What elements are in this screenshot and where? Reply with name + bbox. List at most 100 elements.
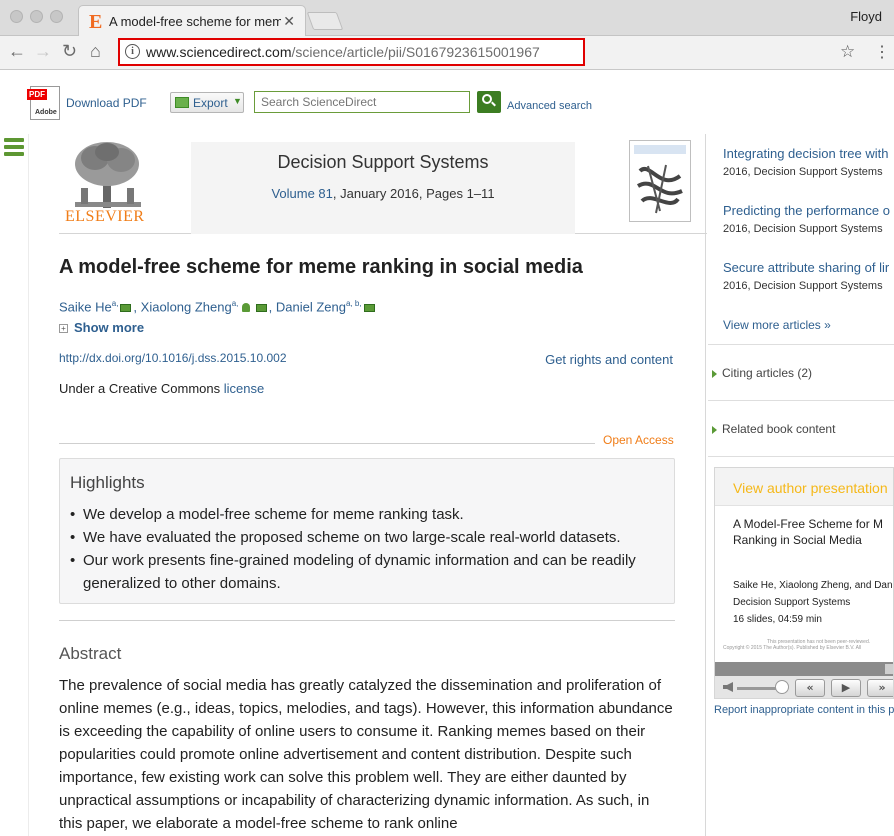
citing-articles-toggle[interactable]: Citing articles (2) — [712, 366, 812, 380]
slide-authors: Saike He, Xiaolong Zheng, and Dani — [733, 580, 894, 591]
rights-link[interactable]: Get rights and content — [545, 352, 673, 367]
export-icon — [175, 97, 189, 108]
home-icon[interactable]: ⌂ — [90, 41, 101, 62]
slide-title: A Model-Free Scheme for M Ranking in Soc… — [733, 517, 884, 547]
search-input[interactable] — [254, 91, 470, 113]
journal-title[interactable]: Decision Support Systems — [191, 152, 575, 173]
view-more-articles-link[interactable]: View more articles » — [723, 318, 831, 332]
journal-cover-art-icon — [634, 145, 686, 214]
presentation-controls: « ▶ » — [715, 676, 893, 698]
author-presentation-widget: View author presentation A Model-Free Sc… — [714, 467, 894, 699]
advanced-search-link[interactable]: Advanced search — [507, 100, 592, 112]
new-tab-button[interactable] — [306, 12, 344, 30]
slide-fine-print: This presentation has not been peer-revi… — [723, 639, 871, 651]
info-icon[interactable]: i — [125, 44, 140, 59]
article-main: ELSEVIER Decision Support Systems Volume… — [28, 134, 707, 836]
recommended-article-title[interactable]: Predicting the performance o — [723, 203, 894, 218]
window-close-button[interactable] — [10, 10, 23, 23]
window-zoom-button[interactable] — [50, 10, 63, 23]
divider — [708, 400, 894, 401]
author-affiliation[interactable]: a, b, — [346, 299, 362, 308]
recommended-article-meta: 2016, Decision Support Systemsm — [723, 280, 883, 292]
browser-tab[interactable]: E A model-free scheme for meme ranking i… — [78, 5, 306, 37]
email-icon[interactable] — [363, 303, 375, 312]
email-icon[interactable] — [255, 303, 267, 312]
recommended-article-title[interactable]: Integrating decision tree with — [723, 146, 894, 161]
pdf-icon-sublabel: Adobe — [35, 109, 57, 116]
author-link[interactable]: Saike He — [59, 299, 112, 314]
tab-close-icon[interactable]: ✕ — [283, 13, 295, 30]
address-bar[interactable]: i www.sciencedirect.com/science/article/… — [118, 38, 585, 66]
related-book-content-toggle[interactable]: Related book content — [712, 422, 835, 436]
browser-menu-icon[interactable]: ⋮ — [874, 42, 890, 62]
recommended-article[interactable]: Integrating decision tree with 2016, Dec… — [723, 146, 894, 178]
expand-arrow-icon — [712, 425, 717, 434]
right-sidebar: Integrating decision tree with 2016, Dec… — [708, 134, 894, 836]
browser-tab-bar: E A model-free scheme for meme ranking i… — [0, 0, 894, 37]
show-more-toggle[interactable]: + Show more — [59, 320, 144, 335]
play-button[interactable]: ▶ — [831, 679, 861, 697]
presentation-slide[interactable]: A Model-Free Scheme for M Ranking in Soc… — [715, 506, 893, 662]
email-icon[interactable] — [120, 303, 132, 312]
export-button[interactable]: Export ▼ — [170, 92, 244, 113]
recommended-article[interactable]: Predicting the performance o 2016, Decis… — [723, 203, 894, 235]
download-pdf-link[interactable]: Download PDF — [66, 96, 147, 110]
export-label: Export — [193, 96, 228, 110]
forward-icon[interactable]: → — [34, 41, 52, 62]
back-icon[interactable]: ← — [8, 41, 26, 62]
recommended-article-meta: 2016, Decision Support Systemsm — [723, 223, 883, 235]
abstract-heading: Abstract — [59, 644, 122, 663]
volume-slider-knob[interactable] — [775, 680, 789, 694]
author-affiliation[interactable]: a, — [232, 299, 239, 308]
author-affiliation[interactable]: a, — [112, 299, 119, 308]
abstract-text: The prevalence of social media has great… — [59, 677, 673, 832]
author-link[interactable]: Xiaolong Zheng — [141, 299, 232, 314]
elsevier-logo[interactable]: ELSEVIER — [65, 140, 149, 230]
journal-cover-image[interactable] — [629, 140, 691, 222]
show-more-label: Show more — [74, 320, 145, 335]
elsevier-wordmark: ELSEVIER — [65, 208, 145, 225]
bookmark-star-icon[interactable]: ☆ — [840, 42, 855, 62]
rewind-button[interactable]: « — [795, 679, 825, 697]
presentation-progress-bar[interactable] — [715, 662, 893, 676]
reload-icon[interactable]: ↻ — [62, 41, 77, 62]
citing-articles-label: Citing articles (2) — [722, 366, 813, 380]
author-link[interactable]: Daniel Zeng — [276, 299, 346, 314]
report-content-link[interactable]: Report inappropriate content in this p — [714, 704, 894, 716]
volume-link[interactable]: Volume 81 — [271, 186, 332, 201]
slide-journal: Decision Support Systems — [733, 597, 851, 608]
recommended-article[interactable]: Secure attribute sharing of lir 2016, De… — [723, 260, 894, 292]
elsevier-tree-icon — [75, 142, 141, 208]
elsevier-favicon-icon: E — [89, 11, 103, 33]
recommended-article-meta: 2016, Decision Support Systemsm — [723, 166, 883, 178]
divider — [708, 456, 894, 457]
highlights-heading: Highlights — [70, 473, 145, 492]
browser-toolbar: ← → ↻ ⌂ i www.sciencedirect.com/science/… — [0, 36, 894, 70]
fast-forward-button[interactable]: » — [867, 679, 893, 697]
author-presentation-header[interactable]: View author presentation — [715, 468, 893, 506]
url-domain: www.sciencedirect.com — [146, 44, 292, 60]
journal-header: ELSEVIER Decision Support Systems Volume… — [59, 134, 707, 234]
issue-info: , January 2016, Pages 1–11 — [332, 186, 495, 201]
author-list: Saike Hea,, Xiaolong Zhenga, , Daniel Ze… — [59, 299, 377, 314]
hamburger-menu-icon[interactable] — [4, 138, 24, 160]
search-button[interactable] — [477, 91, 501, 113]
corresponding-author-icon[interactable] — [242, 303, 251, 313]
journal-title-box: Decision Support Systems Volume 81, Janu… — [191, 142, 575, 234]
expand-icon: + — [59, 324, 68, 334]
highlights-box: Highlights We develop a model-free schem… — [59, 458, 675, 604]
license-statement: Under a Creative Commons license — [59, 381, 264, 396]
doi-link[interactable]: http://dx.doi.org/10.1016/j.dss.2015.10.… — [59, 351, 287, 365]
browser-user-name[interactable]: Floyd — [850, 9, 882, 24]
journal-issue: Volume 81, January 2016, Pages 1–11 — [191, 186, 575, 201]
license-link[interactable]: license — [224, 381, 264, 396]
volume-icon[interactable] — [723, 682, 733, 692]
divider — [708, 344, 894, 345]
pdf-icon[interactable]: PDF Adobe — [27, 86, 60, 120]
window-minimize-button[interactable] — [30, 10, 43, 23]
article-title: A model-free scheme for meme ranking in … — [59, 256, 583, 278]
author-presentation-title[interactable]: View author presentation — [733, 480, 888, 496]
recommended-article-title[interactable]: Secure attribute sharing of lir — [723, 260, 894, 275]
highlight-item: We develop a model-free scheme for meme … — [70, 503, 660, 526]
open-access-badge: Open Access — [603, 433, 674, 447]
